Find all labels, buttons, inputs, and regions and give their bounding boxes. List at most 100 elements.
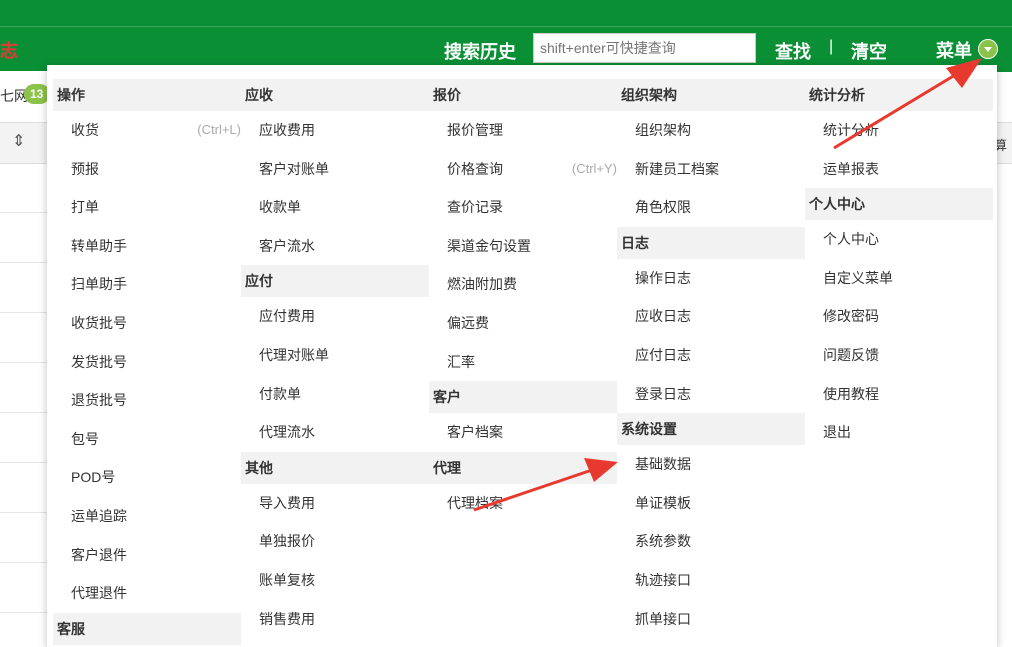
menu-item-label: 退出 (823, 424, 851, 441)
menu-item-label: 应收费用 (259, 122, 315, 138)
menu-item[interactable]: 发货批号 (53, 343, 241, 382)
menu-button[interactable]: 菜单 (936, 37, 972, 63)
menu-item-label: 基础数据 (635, 456, 691, 473)
table-header: ⇕ (0, 122, 47, 164)
menu-item[interactable]: 客户对账单 (241, 150, 429, 189)
menu-item[interactable]: 销售费用 (241, 600, 429, 639)
menu-section-header: 应收 (241, 79, 429, 111)
menu-item[interactable]: 查价记录 (429, 188, 617, 227)
menu-item-label: 运单报表 (823, 160, 879, 177)
menu-item-label: 应付日志 (635, 346, 691, 363)
search-history-label[interactable]: 搜索历史 (444, 38, 516, 64)
menu-item[interactable]: 单独报价 (241, 522, 429, 561)
table-row-divider (0, 562, 47, 563)
menu-item[interactable]: 单证模板 (617, 484, 805, 523)
menu-item[interactable]: 代理对账单 (241, 336, 429, 375)
menu-item-label: 单独报价 (259, 533, 315, 550)
menu-item[interactable]: 代理档案 (429, 484, 617, 523)
menu-item[interactable]: 统计分析 (805, 111, 993, 150)
menu-item-label: 个人中心 (823, 231, 879, 248)
menu-item-label: 运单追踪 (71, 507, 127, 524)
menu-item[interactable]: 应收日志 (617, 297, 805, 336)
menu-item[interactable]: 客户流水 (241, 227, 429, 266)
menu-item[interactable]: 组织架构 (617, 111, 805, 150)
menu-item[interactable]: 收货 (Ctrl+L) (53, 111, 241, 150)
menu-item-label: 应收日志 (635, 308, 691, 325)
menu-item-label: 查价记录 (447, 199, 503, 216)
menu-item[interactable]: 包号 (53, 420, 241, 459)
menu-item[interactable]: 偏远费 (429, 304, 617, 343)
menu-item[interactable]: 汇率 (429, 343, 617, 382)
table-row-divider (0, 512, 47, 513)
menu-item[interactable]: 账单复核 (241, 561, 429, 600)
menu-section-header: 统计分析 (805, 79, 993, 111)
menu-item-shortcut: (Ctrl+Y) (571, 160, 617, 176)
menu-item-label: 代理流水 (259, 424, 315, 441)
menu-item[interactable]: 打单 (53, 188, 241, 227)
menu-item[interactable]: 代理流水 (241, 413, 429, 452)
menu-item[interactable]: 登录日志 (617, 375, 805, 414)
menu-item-label: 扫单助手 (71, 276, 127, 293)
menu-item-label: 使用教程 (823, 385, 879, 402)
menu-item-label: 单证模板 (635, 494, 691, 511)
table-row-divider (0, 412, 47, 413)
menu-item-label: 客户对账单 (259, 160, 329, 177)
menu-item[interactable]: 收款单 (241, 188, 429, 227)
menu-item-label: 包号 (71, 430, 99, 447)
menu-item[interactable]: 收货批号 (53, 304, 241, 343)
table-row-divider (0, 262, 47, 263)
menu-item-label: 燃油附加费 (447, 276, 517, 293)
menu-item[interactable]: 基础数据 (617, 445, 805, 484)
menu-item[interactable]: 修改密码 (805, 297, 993, 336)
menu-item[interactable]: 应付费用 (241, 297, 429, 336)
menu-item[interactable]: 运单追踪 (53, 497, 241, 536)
menu-item[interactable]: 代理退件 (53, 574, 241, 613)
menu-item[interactable]: 应收费用 (241, 111, 429, 150)
menu-item[interactable]: 转单助手 (53, 227, 241, 266)
menu-item-label: 预报 (71, 160, 99, 177)
menu-item[interactable]: 报价管理 (429, 111, 617, 150)
menu-item-label: 修改密码 (823, 308, 879, 325)
search-input[interactable] (533, 33, 756, 63)
menu-item[interactable]: 扫单助手 (53, 265, 241, 304)
menu-item[interactable]: 抓单接口 (617, 600, 805, 639)
menu-section-header: 客服 (53, 612, 241, 645)
menu-item[interactable]: 燃油附加费 (429, 265, 617, 304)
menu-item[interactable]: 渠道金句设置 (429, 227, 617, 266)
menu-item[interactable]: 个人中心 (805, 220, 993, 259)
menu-item[interactable]: 系统参数 (617, 522, 805, 561)
sort-icon[interactable]: ⇕ (12, 131, 25, 151)
menu-item[interactable]: 客户退件 (53, 536, 241, 575)
menu-item-label: 打单 (71, 199, 99, 216)
chevron-down-icon[interactable] (978, 39, 998, 59)
menu-column: 应收 应收费用 客户对账单 收款单 客户流水 应付 应付费用 代理对账单 付款单 代理流水 其他 导入… (241, 79, 429, 638)
menu-item-label: 转单助手 (71, 237, 127, 254)
menu-item[interactable]: 付款单 (241, 375, 429, 414)
menu-item[interactable]: 新建员工档案 (617, 150, 805, 189)
menu-item[interactable]: 预报 (53, 150, 241, 189)
menu-item[interactable]: 使用教程 (805, 375, 993, 414)
menu-item[interactable]: 轨迹接口 (617, 561, 805, 600)
menu-item[interactable]: 价格查询 (Ctrl+Y) (429, 150, 617, 189)
menu-item[interactable]: 应付日志 (617, 336, 805, 375)
menu-item[interactable]: 客户档案 (429, 413, 617, 452)
menu-item[interactable]: 退出 (805, 413, 993, 452)
menu-item-label: POD号 (71, 469, 116, 486)
menu-item[interactable]: POD号 (53, 458, 241, 497)
menu-item-label: 汇率 (447, 353, 475, 370)
menu-section-header: 代理 (429, 451, 617, 484)
menu-item-label: 登录日志 (635, 385, 691, 402)
clear-button[interactable]: 清空 (851, 38, 887, 64)
menu-item[interactable]: 问题反馈 (805, 336, 993, 375)
menu-item-label: 退货批号 (71, 392, 127, 409)
menu-item[interactable]: 自定义菜单 (805, 259, 993, 298)
menu-item[interactable]: 退货批号 (53, 381, 241, 420)
menu-item[interactable]: 导入费用 (241, 484, 429, 523)
find-button[interactable]: 查找 (775, 38, 811, 64)
menu-item[interactable]: 运单报表 (805, 150, 993, 189)
menu-column: 报价 报价管理 价格查询 (Ctrl+Y) 查价记录 渠道金句设置 燃油附加费 偏远费 汇率 客户… (429, 79, 617, 522)
menu-item[interactable]: 操作日志 (617, 259, 805, 298)
menu-item-label: 报价管理 (447, 122, 503, 138)
menu-item-label: 操作日志 (635, 269, 691, 286)
menu-item[interactable]: 角色权限 (617, 188, 805, 227)
